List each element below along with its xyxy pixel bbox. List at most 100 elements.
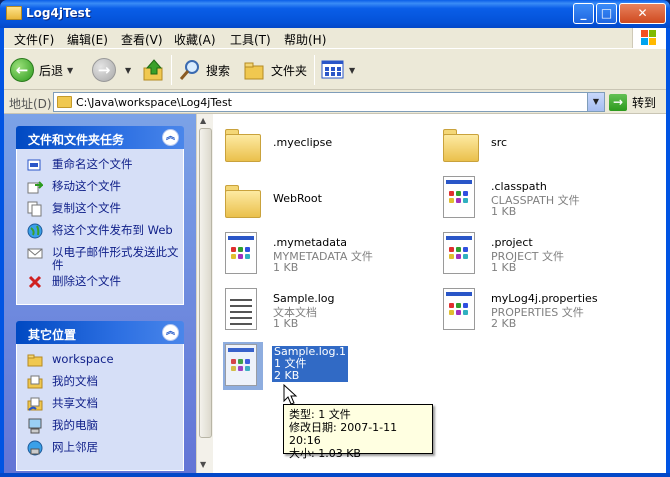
place-shared-documents[interactable]: 共享文档 (27, 396, 183, 416)
file-doc-icon (443, 232, 475, 274)
maximize-button[interactable]: □ (596, 3, 617, 24)
window-frame-right (666, 28, 670, 477)
task-delete[interactable]: 删除这个文件 (27, 274, 183, 294)
menu-edit[interactable]: 编辑(E) (67, 31, 108, 48)
search-button[interactable]: 搜索 (178, 57, 230, 83)
task-rename[interactable]: 重命名这个文件 (27, 157, 183, 177)
other-places-header[interactable]: 其它位置 ︽ (16, 321, 184, 344)
back-label: 后退 (39, 63, 64, 78)
task-email[interactable]: 以电子邮件形式发送此文件 (27, 245, 183, 272)
go-button[interactable]: → 转到 (609, 93, 656, 111)
back-dropdown-icon[interactable]: ▼ (67, 66, 73, 75)
go-label: 转到 (632, 95, 657, 110)
menu-file[interactable]: 文件(F) (14, 31, 54, 48)
windows-logo (632, 28, 666, 48)
file-item-mymetadata[interactable]: .mymetadata MYMETADATA 文件 1 KB (215, 228, 425, 278)
place-network[interactable]: 网上邻居 (27, 440, 183, 460)
panel-title: 文件和文件夹任务 (28, 133, 125, 147)
file-item-myeclipse[interactable]: .myeclipse (215, 120, 425, 170)
back-button[interactable]: ← 后退 ▼ (10, 57, 73, 83)
scroll-up-icon[interactable]: ▲ (200, 116, 206, 125)
file-item-project[interactable]: .project PROJECT 文件 1 KB (433, 228, 643, 278)
computer-icon (28, 418, 42, 434)
collapse-icon[interactable]: ︽ (162, 129, 179, 146)
toolbar-separator (171, 55, 172, 85)
minimize-button[interactable]: _ (573, 3, 594, 24)
file-doc-icon (225, 344, 257, 386)
file-tasks-header[interactable]: 文件和文件夹任务 ︽ (16, 126, 184, 149)
file-tasks-list: 重命名这个文件 移动这个文件 复制这个文件 将这个文件发布到 Web 以电子邮件… (16, 149, 184, 305)
forward-icon: → (92, 58, 116, 82)
globe-icon (27, 223, 43, 239)
up-folder-icon (143, 59, 163, 81)
file-doc-icon (225, 232, 257, 274)
collapse-icon[interactable]: ︽ (162, 324, 179, 341)
file-tooltip: 类型: 1 文件 修改日期: 2007-1-11 20:16 大小: 1.03 … (283, 404, 433, 460)
selected-file-label: Sample.log.1 1 文件 2 KB (272, 346, 349, 382)
folders-icon (244, 62, 264, 80)
views-button[interactable]: ▼ (321, 57, 355, 83)
menu-tools[interactable]: 工具(T) (230, 31, 271, 48)
file-size: 1 KB (491, 205, 517, 218)
file-name: src (491, 136, 508, 149)
other-places-panel: 其它位置 ︽ workspace 我的文档 共享文档 我的电脑 网上邻居 (16, 321, 184, 471)
window-title: Log4jTest (26, 6, 91, 20)
other-places-list: workspace 我的文档 共享文档 我的电脑 网上邻居 (16, 344, 184, 471)
tooltip-size: 大小: 1.03 KB (289, 447, 361, 460)
file-size: 1 KB (491, 261, 517, 274)
menu-favorites[interactable]: 收藏(A) (174, 31, 216, 48)
address-path[interactable]: C:\Java\workspace\Log4jTest (76, 96, 232, 109)
address-dropdown-button[interactable]: ▼ (587, 93, 604, 111)
task-copy[interactable]: 复制这个文件 (27, 201, 183, 221)
folders-label: 文件夹 (271, 63, 308, 78)
task-pane: 文件和文件夹任务 ︽ 重命名这个文件 移动这个文件 复制这个文件 将这个文件发布… (4, 114, 196, 473)
move-icon (27, 181, 43, 194)
file-item-sample-log-1[interactable]: Sample.log.1 1 文件 2 KB (215, 340, 425, 390)
vertical-scrollbar[interactable]: ▲ ▼ (196, 114, 213, 473)
task-publish-web[interactable]: 将这个文件发布到 Web (27, 223, 183, 243)
file-item-classpath[interactable]: .classpath CLASSPATH 文件 1 KB (433, 172, 643, 222)
file-doc-icon (443, 288, 475, 330)
address-bar: 地址(D) C:\Java\workspace\Log4jTest ▼ → 转到 (4, 90, 666, 114)
back-icon: ← (10, 58, 34, 82)
up-button[interactable] (142, 57, 166, 83)
toolbar-separator (314, 55, 315, 85)
tooltip-type: 类型: 1 文件 (289, 408, 351, 421)
mouse-cursor-icon (283, 384, 298, 405)
close-button[interactable]: ✕ (619, 3, 666, 24)
task-move[interactable]: 移动这个文件 (27, 179, 183, 199)
scroll-down-icon[interactable]: ▼ (200, 460, 206, 469)
place-my-computer[interactable]: 我的电脑 (27, 418, 183, 438)
folder-icon (6, 6, 22, 20)
file-item-mylog4j-properties[interactable]: myLog4j.properties PROPERTIES 文件 2 KB (433, 284, 643, 334)
delete-icon (28, 275, 42, 289)
views-dropdown-icon[interactable]: ▼ (349, 66, 355, 75)
file-list: .myeclipse src WebRoot .classpath CLASSP… (213, 114, 666, 473)
file-tasks-panel: 文件和文件夹任务 ︽ 重命名这个文件 移动这个文件 复制这个文件 将这个文件发布… (16, 126, 184, 305)
panel-title: 其它位置 (28, 328, 77, 342)
file-item-src[interactable]: src (433, 120, 643, 170)
file-size: 2 KB (274, 369, 300, 382)
window-frame-bottom (0, 473, 670, 477)
go-icon: → (609, 93, 627, 111)
file-item-webroot[interactable]: WebRoot (215, 176, 425, 226)
my-documents-icon (27, 375, 43, 389)
text-document-icon (225, 288, 257, 330)
forward-button[interactable]: → ▼ (92, 57, 131, 83)
title-bar[interactable]: Log4jTest _ □ ✕ (0, 0, 670, 28)
search-label: 搜索 (206, 63, 231, 78)
email-icon (27, 248, 43, 259)
file-doc-icon (443, 176, 475, 218)
address-input[interactable]: C:\Java\workspace\Log4jTest ▼ (53, 92, 605, 112)
scroll-thumb[interactable] (199, 128, 212, 438)
place-workspace[interactable]: workspace (27, 352, 183, 372)
file-size: 1 KB (273, 317, 299, 330)
views-icon (321, 60, 344, 79)
menu-help[interactable]: 帮助(H) (284, 31, 326, 48)
place-my-documents[interactable]: 我的文档 (27, 374, 183, 394)
folders-button[interactable]: 文件夹 (243, 57, 307, 83)
forward-dropdown-icon[interactable]: ▼ (125, 66, 131, 75)
menu-view[interactable]: 查看(V) (121, 31, 163, 48)
search-icon (179, 60, 199, 80)
file-item-sample-log[interactable]: Sample.log 文本文档 1 KB (215, 284, 425, 334)
